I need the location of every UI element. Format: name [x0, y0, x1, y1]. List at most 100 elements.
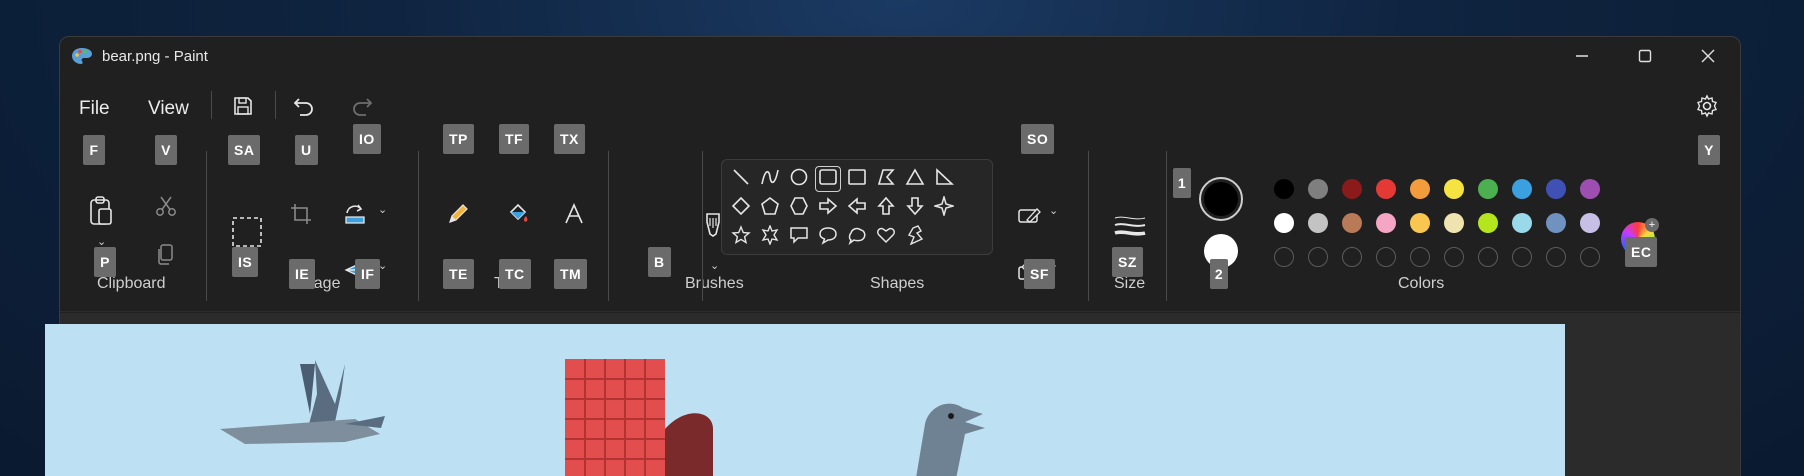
custom-color-slot[interactable] [1376, 247, 1396, 267]
palette-swatch[interactable] [1444, 179, 1464, 199]
minimize-button[interactable] [1562, 43, 1602, 73]
cloud-callout-shape-button[interactable] [844, 224, 870, 250]
polygon-shape-button[interactable] [873, 166, 899, 192]
custom-color-slot[interactable] [1580, 247, 1600, 267]
oval-shape-button[interactable] [786, 166, 812, 192]
scissors-icon [155, 195, 177, 222]
minimize-icon [1575, 49, 1589, 68]
palette-swatch[interactable] [1274, 179, 1294, 199]
palette-swatch[interactable] [1342, 213, 1362, 233]
keytip-fill: TF [499, 124, 530, 154]
undo-button[interactable] [287, 91, 321, 125]
group-divider [1088, 151, 1089, 301]
rounded-rectangle-shape-button[interactable] [844, 166, 870, 192]
custom-color-slot[interactable] [1512, 247, 1532, 267]
palette-swatch[interactable] [1376, 213, 1396, 233]
rectangular-callout-icon [789, 225, 809, 250]
triangle-icon [905, 167, 925, 192]
custom-color-slot[interactable] [1410, 247, 1430, 267]
custom-color-slot[interactable] [1444, 247, 1464, 267]
palette-swatch[interactable] [1580, 179, 1600, 199]
palette-swatch[interactable] [1546, 213, 1566, 233]
cut-button[interactable] [149, 191, 183, 225]
palette-swatch[interactable] [1308, 179, 1328, 199]
palette-swatch[interactable] [1444, 213, 1464, 233]
chevron-down-icon[interactable]: ⌄ [710, 259, 719, 272]
color1-selector[interactable] [1199, 177, 1243, 221]
palette-swatch[interactable] [1410, 213, 1430, 233]
palette-swatch[interactable] [1274, 213, 1294, 233]
chevron-down-icon[interactable]: ⌄ [1049, 204, 1058, 217]
custom-color-slot[interactable] [1308, 247, 1328, 267]
paste-button[interactable] [81, 193, 121, 233]
rectangle-icon [818, 167, 838, 192]
close-button[interactable] [1688, 43, 1728, 73]
custom-color-slot[interactable] [1274, 247, 1294, 267]
arrow-left-shape-button[interactable] [844, 195, 870, 221]
six-point-star-shape-button[interactable] [757, 223, 783, 250]
shapes-group-label: Shapes [870, 275, 925, 292]
group-divider [608, 151, 609, 301]
palette-swatch[interactable] [1342, 179, 1362, 199]
five-point-star-shape-button[interactable] [728, 224, 754, 250]
pencil-icon [446, 202, 470, 231]
text-button[interactable] [557, 199, 591, 233]
pencil-button[interactable] [441, 199, 475, 233]
chevron-down-icon[interactable]: ⌄ [378, 203, 387, 216]
keytip-magnifier: TM [554, 259, 588, 289]
colors-group-label: Colors [1398, 275, 1445, 292]
palette-swatch[interactable] [1478, 213, 1498, 233]
arrow-down-shape-button[interactable] [902, 195, 928, 221]
maximize-button[interactable] [1625, 43, 1665, 73]
triangle-shape-button[interactable] [902, 166, 928, 192]
fill-button[interactable] [501, 199, 535, 233]
rectangle-shape-button[interactable] [815, 166, 841, 192]
right-triangle-shape-button[interactable] [931, 166, 957, 192]
group-divider [418, 151, 419, 301]
copy-button[interactable] [149, 239, 183, 273]
palette-swatch[interactable] [1478, 179, 1498, 199]
custom-color-slot[interactable] [1478, 247, 1498, 267]
keytip-text: TX [554, 124, 585, 154]
text-icon [562, 202, 586, 231]
custom-color-slot[interactable] [1342, 247, 1362, 267]
file-menu[interactable]: File [79, 98, 110, 120]
hexagon-icon [789, 196, 809, 221]
save-button[interactable] [226, 91, 260, 125]
crop-button[interactable] [284, 199, 318, 233]
rect-callout-shape-button[interactable] [786, 224, 812, 250]
palette-swatch[interactable] [1376, 179, 1396, 199]
shape-outline-icon [1017, 206, 1041, 231]
rotate-button[interactable] [338, 199, 372, 233]
size-button[interactable] [1112, 211, 1148, 247]
keytip-shape-outline: SO [1021, 124, 1055, 154]
arrow-right-shape-button[interactable] [815, 195, 841, 221]
palette-swatch[interactable] [1308, 213, 1328, 233]
view-menu[interactable]: View [148, 98, 189, 120]
diamond-icon [731, 196, 751, 221]
lightning-shape-button[interactable] [902, 224, 928, 250]
heart-shape-button[interactable] [873, 224, 899, 250]
keytip-image-flip: IF [355, 259, 381, 289]
palette-swatch[interactable] [1580, 213, 1600, 233]
polygon-icon [876, 167, 896, 192]
palette-swatch[interactable] [1512, 179, 1532, 199]
palette-swatch[interactable] [1410, 179, 1430, 199]
custom-color-slot[interactable] [1546, 247, 1566, 267]
settings-button[interactable] [1690, 91, 1724, 125]
palette-swatch[interactable] [1512, 213, 1532, 233]
keytip-view: V [155, 135, 177, 165]
redo-button[interactable] [345, 91, 379, 125]
oval-callout-shape-button[interactable] [815, 224, 841, 250]
diamond-shape-button[interactable] [728, 195, 754, 221]
shape-outline-button[interactable] [1012, 201, 1046, 235]
line-shape-button[interactable] [728, 166, 754, 192]
pentagon-shape-button[interactable] [757, 195, 783, 221]
curve-shape-button[interactable] [757, 166, 783, 192]
keytip-eraser: TE [443, 259, 474, 289]
palette-swatch[interactable] [1546, 179, 1566, 199]
hexagon-shape-button[interactable] [786, 195, 812, 221]
drawing-canvas[interactable] [45, 324, 1565, 476]
arrow-up-shape-button[interactable] [873, 195, 899, 221]
four-point-star-shape-button[interactable] [931, 193, 957, 221]
